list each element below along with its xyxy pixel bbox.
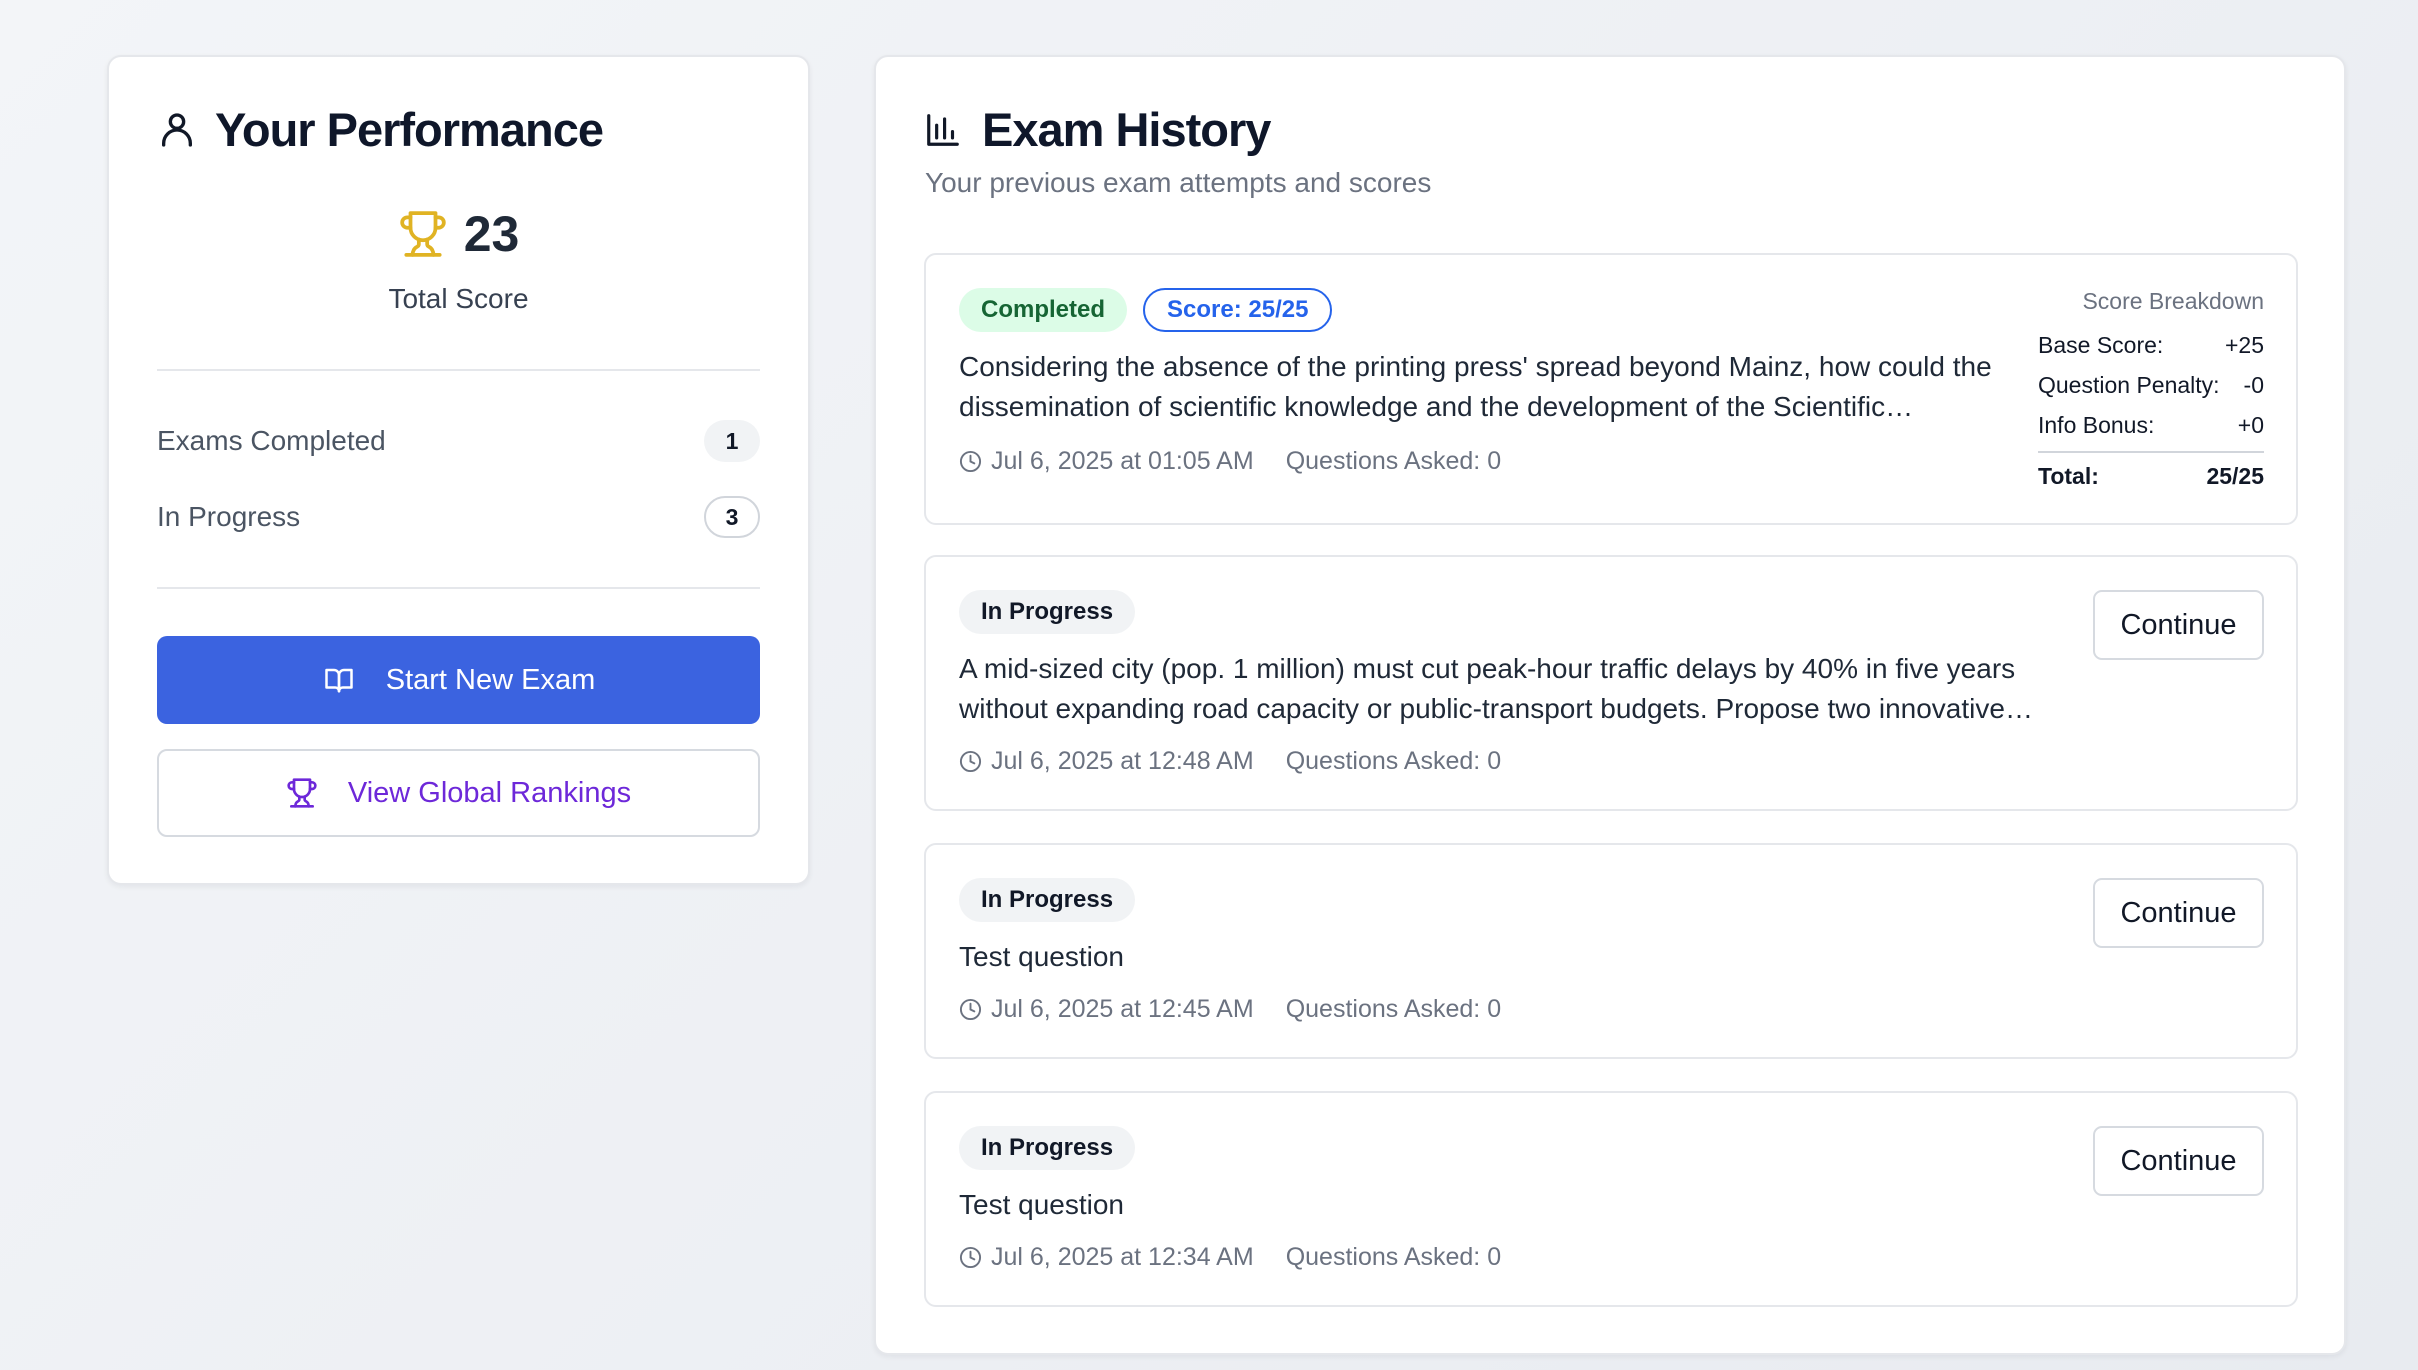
questions-asked: Questions Asked: 0 <box>1285 447 1502 475</box>
performance-card: Your Performance 23 Total Score Exams Co… <box>107 55 810 885</box>
breakdown-total: Total: 25/25 <box>2038 451 2264 491</box>
divider <box>157 587 760 589</box>
exam-history-item[interactable]: Completed Score: 25/25 Considering the a… <box>924 253 2298 525</box>
start-new-exam-label: Start New Exam <box>385 663 596 696</box>
stat-count-badge: 3 <box>704 496 760 538</box>
view-global-rankings-label: View Global Rankings <box>347 776 632 809</box>
start-new-exam-button[interactable]: Start New Exam <box>157 636 760 724</box>
exam-badges: In Progress <box>959 590 1136 634</box>
breakdown-value: +25 <box>2224 331 2264 358</box>
questions-asked: Questions Asked: 0 <box>1285 995 1502 1023</box>
breakdown-base-score: Base Score: +25 <box>2038 325 2264 365</box>
stat-label: Exams Completed <box>157 425 386 456</box>
exam-question: Considering the absence of the printing … <box>959 351 1992 422</box>
exam-badges: In Progress <box>959 878 1136 922</box>
exam-history-item[interactable]: In Progress Test question Jul 6, 2025 at… <box>924 843 2298 1059</box>
trophy-icon <box>287 778 317 808</box>
bar-chart-icon <box>924 111 962 149</box>
exam-date: Jul 6, 2025 at 01:05 AM <box>991 447 1254 475</box>
exam-history-title: Exam History <box>982 103 1271 156</box>
view-global-rankings-button[interactable]: View Global Rankings <box>157 749 760 837</box>
stat-in-progress: In Progress 3 <box>157 496 760 538</box>
exam-history-item[interactable]: In Progress A mid-sized city (pop. 1 mil… <box>924 555 2298 811</box>
exam-meta: Jul 6, 2025 at 12:34 AM Questions Asked:… <box>959 1243 1501 1272</box>
clock-icon <box>959 998 982 1021</box>
exam-date: Jul 6, 2025 at 12:34 AM <box>991 1243 1254 1271</box>
performance-title: Your Performance <box>215 103 604 156</box>
exam-question: Test question <box>959 1189 1124 1220</box>
exam-history-item[interactable]: In Progress Test question Jul 6, 2025 at… <box>924 1091 2298 1307</box>
status-badge: Completed <box>959 288 1128 332</box>
status-badge: In Progress <box>959 878 1136 922</box>
questions-asked: Questions Asked: 0 <box>1285 747 1502 775</box>
total-score-display: 23 <box>109 205 808 263</box>
exam-meta: Jul 6, 2025 at 12:45 AM Questions Asked:… <box>959 995 1501 1024</box>
breakdown-label: Question Penalty: <box>2038 371 2220 398</box>
status-badge: In Progress <box>959 590 1136 634</box>
user-icon <box>157 110 197 150</box>
exam-history-card: Exam History Your previous exam attempts… <box>874 55 2346 1355</box>
stat-exams-completed: Exams Completed 1 <box>157 420 760 462</box>
exam-badges: Completed Score: 25/25 <box>959 288 1333 332</box>
breakdown-label: Base Score: <box>2038 331 2164 358</box>
exam-meta: Jul 6, 2025 at 12:48 AM Questions Asked:… <box>959 747 1501 776</box>
clock-icon <box>959 750 982 773</box>
book-open-icon <box>325 668 353 693</box>
breakdown-info-bonus: Info Bonus: +0 <box>2038 405 2264 445</box>
performance-header: Your Performance <box>157 102 604 157</box>
breakdown-value: +0 <box>2237 411 2264 438</box>
exam-date: Jul 6, 2025 at 12:48 AM <box>991 747 1254 775</box>
continue-button[interactable]: Continue <box>2093 878 2264 948</box>
page: Your Performance 23 Total Score Exams Co… <box>0 0 2418 1370</box>
exam-history-subtitle: Your previous exam attempts and scores <box>925 167 1432 198</box>
questions-asked: Questions Asked: 0 <box>1285 1243 1502 1271</box>
total-score-value: 23 <box>463 206 520 262</box>
score-badge: Score: 25/25 <box>1143 288 1333 332</box>
score-breakdown-title: Score Breakdown <box>2082 288 2264 314</box>
exam-meta: Jul 6, 2025 at 01:05 AM Questions Asked:… <box>959 447 1501 476</box>
status-badge: In Progress <box>959 1126 1136 1170</box>
breakdown-label: Total: <box>2038 462 2099 489</box>
exam-date: Jul 6, 2025 at 12:45 AM <box>991 995 1254 1023</box>
clock-icon <box>959 450 982 473</box>
exam-badges: In Progress <box>959 1126 1136 1170</box>
continue-button[interactable]: Continue <box>2093 590 2264 660</box>
exam-history-header: Exam History <box>924 102 1271 157</box>
divider <box>157 369 760 371</box>
breakdown-value: -0 <box>2243 371 2264 398</box>
clock-icon <box>959 1246 982 1269</box>
score-breakdown: Score Breakdown Base Score: +25 Question… <box>2038 288 2264 491</box>
continue-button[interactable]: Continue <box>2093 1126 2264 1196</box>
stat-count-badge: 1 <box>704 420 760 462</box>
total-score-label: Total Score <box>388 283 529 314</box>
breakdown-value: 25/25 <box>2206 462 2264 489</box>
stat-label: In Progress <box>157 501 301 532</box>
exam-question: A mid-sized city (pop. 1 million) must c… <box>959 653 2016 724</box>
breakdown-label: Info Bonus: <box>2038 411 2155 438</box>
breakdown-question-penalty: Question Penalty: -0 <box>2038 365 2264 405</box>
exam-question: Test question <box>959 941 1124 972</box>
trophy-icon <box>398 208 448 260</box>
